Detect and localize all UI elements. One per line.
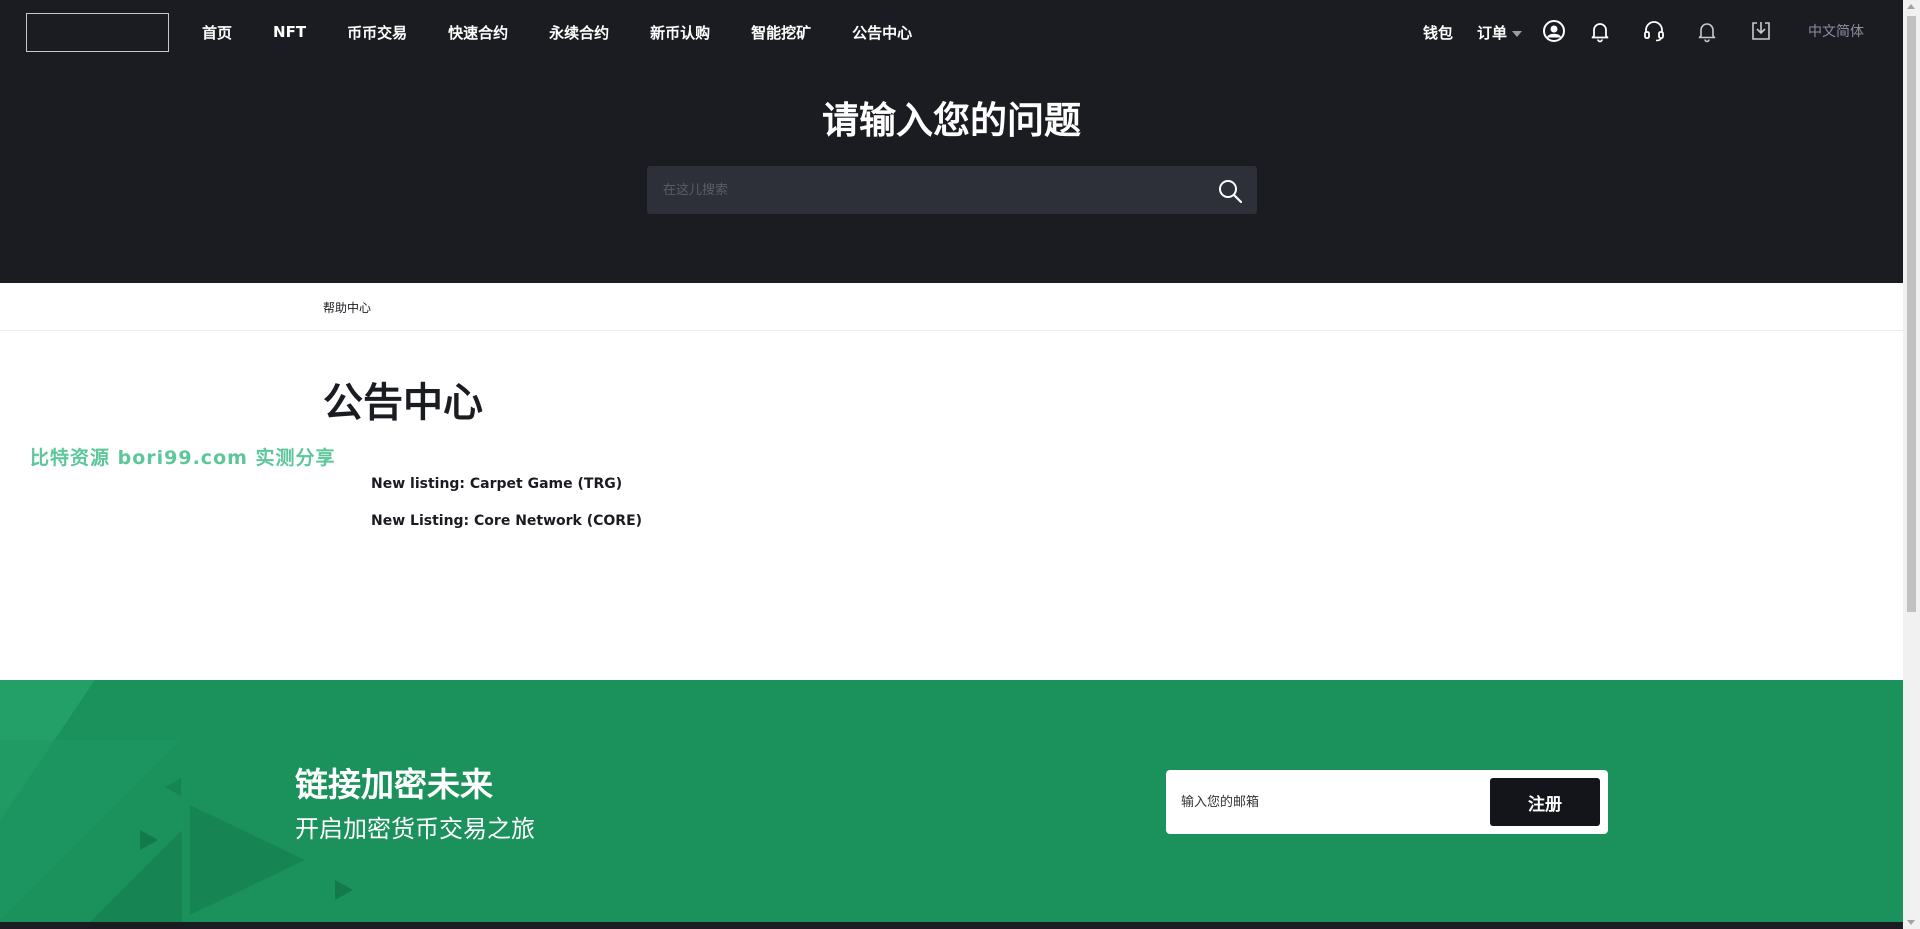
breadcrumb-help-center[interactable]: 帮助中心 bbox=[323, 299, 371, 316]
register-button[interactable]: 注册 bbox=[1490, 778, 1600, 826]
nav-item-perpetual-contract[interactable]: 永续合约 bbox=[549, 22, 609, 43]
page-scrollbar[interactable] bbox=[1903, 0, 1920, 929]
nav-item-spot-trading[interactable]: 币币交易 bbox=[347, 22, 407, 43]
search-input[interactable] bbox=[647, 166, 1187, 214]
decorative-triangle bbox=[165, 778, 181, 796]
decorative-triangle bbox=[335, 880, 353, 900]
page-title: 公告中心 bbox=[323, 380, 483, 426]
article-list: New listing: Carpet Game (TRG) New Listi… bbox=[371, 474, 642, 548]
article-link[interactable]: New listing: Carpet Game (TRG) bbox=[371, 474, 642, 511]
search-bar bbox=[647, 166, 1257, 214]
signup-banner: 链接加密未来 开启加密货币交易之旅 注册 bbox=[0, 680, 1903, 922]
decorative-triangle bbox=[90, 830, 182, 922]
headset-icon[interactable] bbox=[1642, 19, 1666, 43]
nav-item-home[interactable]: 首页 bbox=[202, 22, 232, 43]
notification-bell-icon[interactable] bbox=[1695, 19, 1719, 43]
orders-dropdown[interactable]: 订单 bbox=[1477, 22, 1523, 43]
language-selector[interactable]: 中文简体 bbox=[1808, 21, 1864, 41]
email-field[interactable] bbox=[1166, 770, 1486, 834]
email-signup-form: 注册 bbox=[1166, 770, 1608, 834]
nav-item-announcements[interactable]: 公告中心 bbox=[852, 22, 912, 43]
hero-title: 请输入您的问题 bbox=[822, 99, 1081, 142]
top-navbar: 首页 NFT 币币交易 快速合约 永续合约 新币认购 智能挖矿 公告中心 钱包 … bbox=[0, 0, 1903, 64]
watermark-text: 比特资源 bori99.com 实测分享 bbox=[30, 447, 336, 469]
nav-item-quick-contract[interactable]: 快速合约 bbox=[448, 22, 508, 43]
page-header: 首页 NFT 币币交易 快速合约 永续合约 新币认购 智能挖矿 公告中心 钱包 … bbox=[0, 0, 1903, 283]
banner-subtitle: 开启加密货币交易之旅 bbox=[295, 815, 535, 843]
wallet-link[interactable]: 钱包 bbox=[1423, 22, 1453, 43]
download-icon[interactable] bbox=[1749, 19, 1773, 43]
caret-down-icon bbox=[1512, 30, 1523, 37]
orders-label: 订单 bbox=[1477, 24, 1508, 42]
logo[interactable] bbox=[26, 13, 169, 52]
right-nav: 钱包 订单 中文简体 bbox=[1383, 0, 1903, 64]
nav-item-smart-mining[interactable]: 智能挖矿 bbox=[751, 22, 811, 43]
nav-item-nft[interactable]: NFT bbox=[273, 23, 306, 41]
bell-icon[interactable] bbox=[1588, 19, 1612, 43]
scroll-up-arrow-icon[interactable] bbox=[1907, 4, 1915, 9]
breadcrumb: 帮助中心 bbox=[0, 283, 1903, 331]
scrollbar-thumb[interactable] bbox=[1907, 16, 1916, 612]
main-nav: 首页 NFT 币币交易 快速合约 永续合约 新币认购 智能挖矿 公告中心 bbox=[202, 0, 953, 64]
footer-edge bbox=[0, 922, 1903, 929]
search-icon[interactable] bbox=[1217, 178, 1243, 204]
nav-item-new-coin-subscription[interactable]: 新币认购 bbox=[650, 22, 710, 43]
decorative-triangle bbox=[190, 805, 305, 915]
scroll-down-arrow-icon[interactable] bbox=[1907, 920, 1915, 925]
article-link[interactable]: New Listing: Core Network (CORE) bbox=[371, 511, 642, 548]
user-icon[interactable] bbox=[1542, 19, 1566, 43]
banner-title: 链接加密未来 bbox=[295, 765, 493, 804]
